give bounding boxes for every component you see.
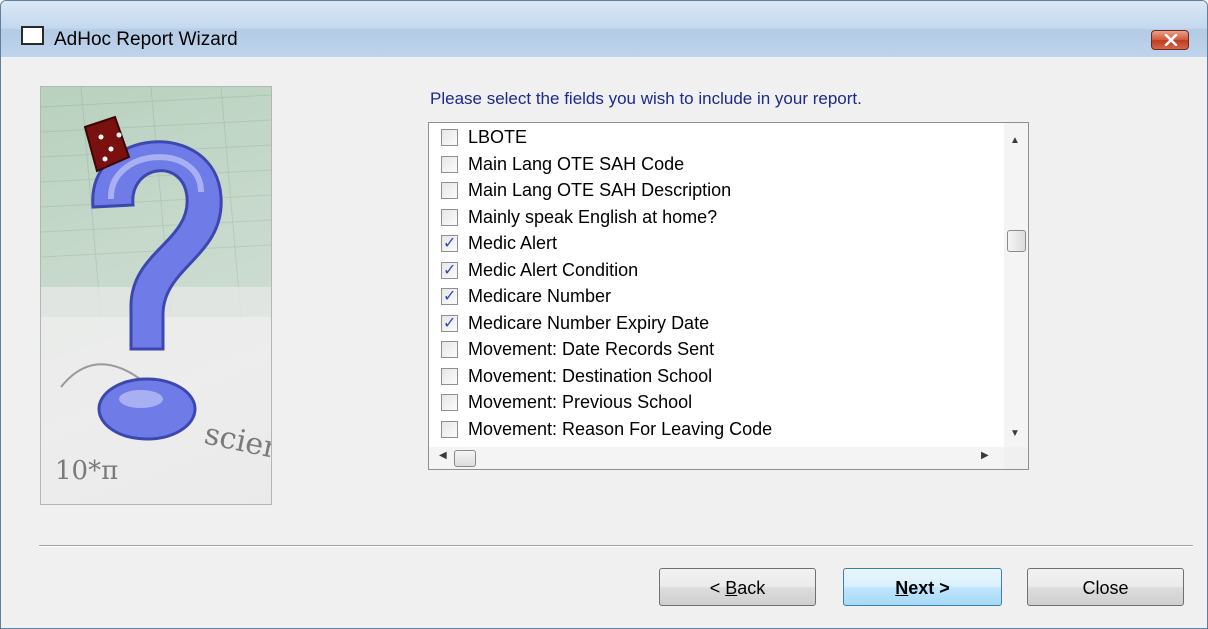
checkmark-icon: ✓ [443,261,457,279]
window-icon [21,26,44,45]
field-label: Movement: Date Records Sent [468,339,715,359]
field-items: LBOTE Main Lang OTE SAH Code Main Lang OTE… [429,125,1004,470]
next-mnemonic: N [895,578,909,598]
field-list[interactable]: LBOTE Main Lang OTE SAH Code Main Lang OTE… [428,122,1029,470]
field-list-item[interactable]: Mainly speak English at home? [429,205,1004,232]
field-list-item[interactable]: ✓ Medicare Number [429,284,1004,311]
checkbox-unchecked[interactable] [441,394,458,411]
field-list-item[interactable]: Movement: Reason For Leaving Code [429,417,1004,444]
field-label: Movement: Previous School [468,392,693,412]
checkbox-checked[interactable]: ✓ [441,235,458,252]
window-title: AdHoc Report Wizard [54,29,238,50]
close-button[interactable]: Close [1027,568,1184,606]
field-label: LBOTE [468,127,528,147]
checkbox-unchecked[interactable] [441,208,458,226]
field-list-item[interactable]: Main Lang OTE SAH Code [429,152,1004,179]
horizontal-scrollbar[interactable]: ◀ ▶ [429,447,1004,469]
field-label: Mainly speak English at home? [468,206,718,227]
back-button[interactable]: < Back [659,568,816,606]
wizard-content: 10*π scien Please select the fields you … [9,57,1199,628]
scroll-right-arrow-icon[interactable]: ▶ [981,450,989,461]
back-prefix: < [709,578,726,598]
close-window-button[interactable] [1151,30,1189,50]
field-list-item[interactable]: ✓ Medic Alert [429,231,1004,258]
field-list-item[interactable]: ✓ Medicare Number Expiry Date [429,311,1004,338]
checkbox-unchecked[interactable] [441,182,458,199]
close-icon [1164,34,1178,46]
field-label: Movement: Destination School [468,365,713,386]
scroll-up-arrow-icon[interactable]: ▲ [1010,135,1020,146]
checkmark-icon: ✓ [443,314,457,332]
field-list-item[interactable]: Movement: Date Records Sent [429,337,1004,364]
back-mnemonic: B [725,578,738,598]
separator-line [39,545,1193,547]
wizard-window: AdHoc Report Wizard 10*π scien Please se… [0,0,1208,629]
title-bar[interactable]: AdHoc Report Wizard [1,1,1207,57]
checkbox-unchecked[interactable] [441,420,458,438]
vertical-scrollbar[interactable]: ▲ ▼ [1004,123,1028,447]
back-label: ack [737,578,766,598]
scroll-left-arrow-icon[interactable]: ◀ [439,450,447,461]
checkbox-checked[interactable]: ✓ [441,314,458,332]
checkbox-checked[interactable]: ✓ [441,288,458,305]
field-label: Movement: Reason For Leaving Code [468,418,773,439]
next-button[interactable]: Next > [843,568,1002,606]
svg-text:10*π: 10*π [55,456,118,486]
checkbox-unchecked[interactable] [441,155,458,173]
field-list-item[interactable]: Movement: Destination School [429,364,1004,391]
field-list-item[interactable]: ✓ Medic Alert Condition [429,258,1004,285]
checkbox-unchecked[interactable] [441,367,458,385]
field-label: Medic Alert [468,233,558,253]
question-mark-image: 10*π scien [41,87,271,504]
checkbox-unchecked[interactable] [441,129,458,146]
field-list-item[interactable]: Main Lang OTE SAH Description [429,178,1004,205]
wizard-illustration: 10*π scien [40,86,272,505]
checkbox-unchecked[interactable] [441,341,458,358]
scroll-down-arrow-icon[interactable]: ▼ [1010,428,1020,439]
field-label: Medicare Number Expiry Date [468,312,710,333]
field-label: Main Lang OTE SAH Code [468,153,685,174]
field-label: Main Lang OTE SAH Description [468,180,732,200]
field-list-item[interactable]: LBOTE [429,125,1004,152]
scrollbar-corner [1004,447,1028,469]
horizontal-scroll-thumb[interactable] [454,450,476,467]
checkbox-checked[interactable]: ✓ [441,261,458,279]
checkmark-icon: ✓ [443,235,457,252]
checkmark-icon: ✓ [443,288,457,305]
instruction-text: Please select the fields you wish to inc… [430,89,862,108]
vertical-scroll-thumb[interactable] [1007,230,1026,252]
field-label: Medicare Number [468,286,612,306]
field-label: Medic Alert Condition [468,259,639,280]
next-label: ext > [908,578,950,598]
field-list-item[interactable]: Movement: Previous School [429,390,1004,417]
